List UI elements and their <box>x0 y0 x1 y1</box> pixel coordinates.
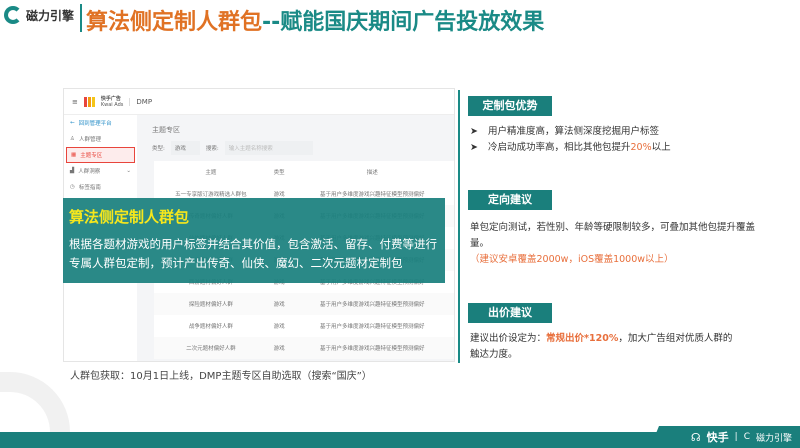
bid-pre: 建议出价设定为： <box>470 333 547 344</box>
section-heading: 主题专区 <box>152 126 180 134</box>
decorative-ring <box>0 372 70 432</box>
kuaishou-logo-icon: ☊ <box>690 430 701 444</box>
kwai-ads-logo-icon <box>83 96 95 107</box>
sidebar-label: 回到管理平台 <box>78 121 112 127</box>
list-item: ➤ 冷启动成功率高，相比其他包提升20%以上 <box>470 140 770 156</box>
arrow-bullet-icon: ➤ <box>470 142 478 153</box>
footer-brand: ☊ 快手 | C 磁力引擎 <box>650 426 800 448</box>
search-input[interactable]: 输入主题名称搜索 <box>224 141 313 155</box>
sidebar-item-theme[interactable]: ▦ 主题专区 <box>66 147 135 163</box>
divider-line <box>458 90 460 363</box>
table-cell: 游戏 <box>273 324 285 330</box>
brand-logo: 磁力引擎 <box>4 6 74 24</box>
section-header-targeting: 定向建议 <box>468 190 552 210</box>
table-row[interactable]: 二次元题材偏好人群 游戏 基于用户多维度游戏兴趣特征模型预测偏好 <box>154 337 454 359</box>
brand-name: 磁力引擎 <box>26 8 75 23</box>
sidebar-label: 主题专区 <box>80 153 103 159</box>
logo-cn: 快手广告 <box>100 96 121 102</box>
column-header: 描述 <box>366 170 378 176</box>
bid-text: 建议出价设定为：常规出价*120%，加大广告组对优质人群的触达力度。 <box>470 331 740 363</box>
sidebar-label: 人群洞察 <box>78 169 101 175</box>
chevron-down-icon: ⌄ <box>126 168 131 174</box>
table-cell: 探险题材偏好人群 <box>188 302 233 308</box>
column-header: 类型 <box>273 170 285 176</box>
table-row[interactable]: 探险题材偏好人群 游戏 基于用户多维度游戏兴趣特征模型预测偏好 <box>154 293 454 315</box>
table-cell: 基于用户多维度游戏兴趣特征模型预测偏好 <box>319 346 425 352</box>
sidebar-item-guide[interactable]: ◷ 标签指南 <box>64 179 137 195</box>
title-main: 算法侧定制人群包 <box>86 10 263 35</box>
table-cell: 基于用户多维度游戏兴趣特征模型预测偏好 <box>319 324 425 330</box>
banner-title: 算法侧定制人群包 <box>69 208 190 226</box>
sidebar-label: 标签指南 <box>78 185 101 191</box>
grid-icon: ▦ <box>71 152 77 158</box>
chart-icon: ▟ <box>70 168 75 174</box>
column-header: 主题 <box>205 170 217 176</box>
table-cell: 二次元题材偏好人群 <box>186 346 236 352</box>
section-header-bid: 出价建议 <box>468 303 552 323</box>
targeting-body: 单包定向测试，若性别、年龄等硬限制较多，可叠加其他包提升覆盖量。 <box>470 222 756 249</box>
banner-text: 根据各题材游戏的用户标签并结合其价值，包含激活、留存、付费等进行专属人群包定制，… <box>69 237 437 270</box>
table-cell: 游戏 <box>273 346 285 352</box>
arrow-bullet-icon: ➤ <box>470 126 478 137</box>
sidebar-item-back[interactable]: ← 回到管理平台 <box>64 115 137 131</box>
ci-li-logo-icon <box>4 6 22 24</box>
table-row[interactable]: 战争题材偏好人群 游戏 基于用户多维度游戏兴趣特征模型预测偏好 <box>154 315 454 337</box>
logo-en: Kwai Ads <box>100 102 124 108</box>
table-cell: 战争题材偏好人群 <box>188 324 233 330</box>
sidebar-label: 人群管理 <box>78 137 101 143</box>
caption: 人群包获取：10月1日上线，DMP主题专区自助选取（搜索“国庆”） <box>70 367 372 382</box>
footer-brand-name: 磁力引擎 <box>755 433 792 444</box>
sidebar-item-insight[interactable]: ▟ 人群洞察 ⌄ <box>64 163 137 179</box>
bullet-text: 用户精准度高，算法侧深度挖掘用户标签 <box>487 126 659 137</box>
page-title: 算法侧定制人群包--赋能国庆期间广告投放效果 <box>86 4 544 36</box>
title-sub: --赋能国庆期间广告投放效果 <box>262 10 545 35</box>
dmp-header: ≡ 快手广告 Kwai Ads DMP <box>64 89 454 115</box>
list-item: ➤ 用户精准度高，算法侧深度挖掘用户标签 <box>470 124 770 140</box>
ci-li-logo-icon: C <box>743 432 750 442</box>
product-name: DMP <box>129 97 152 106</box>
section-header-advantage: 定制包优势 <box>468 96 552 116</box>
arrow-left-icon: ← <box>70 120 75 126</box>
type-select[interactable]: 游戏 <box>170 141 200 155</box>
menu-icon[interactable]: ≡ <box>72 98 78 106</box>
footer-kuaishou: 快手 <box>706 431 729 444</box>
highlight: 20% <box>630 142 652 153</box>
clock-icon: ◷ <box>70 184 75 190</box>
targeting-note: （建议安卓覆盖2000w，iOS覆盖1000w以上） <box>470 254 674 265</box>
filter-label: 类型: <box>152 146 165 152</box>
table-cell: 基于用户多维度游戏兴趣特征模型预测偏好 <box>319 302 425 308</box>
divider <box>80 4 82 32</box>
feature-banner: 算法侧定制人群包 根据各题材游戏的用户标签并结合其价值，包含激活、留存、付费等进… <box>63 198 445 283</box>
user-icon: ♙ <box>70 136 75 142</box>
bid-highlight: 常规出价*120% <box>546 333 619 344</box>
targeting-text: 单包定向测试，若性别、年龄等硬限制较多，可叠加其他包提升覆盖量。 （建议安卓覆盖… <box>470 220 760 268</box>
sidebar-item-audience[interactable]: ♙ 人群管理 <box>64 131 137 147</box>
table-cell: 游戏 <box>273 302 285 308</box>
advantage-list: ➤ 用户精准度高，算法侧深度挖掘用户标签 ➤ 冷启动成功率高，相比其他包提升20%以… <box>470 124 770 156</box>
bullet-text: 冷启动成功率高，相比其他包提升 <box>487 142 631 153</box>
search-label: 搜索: <box>205 146 219 152</box>
bullet-text: 以上 <box>651 142 671 153</box>
